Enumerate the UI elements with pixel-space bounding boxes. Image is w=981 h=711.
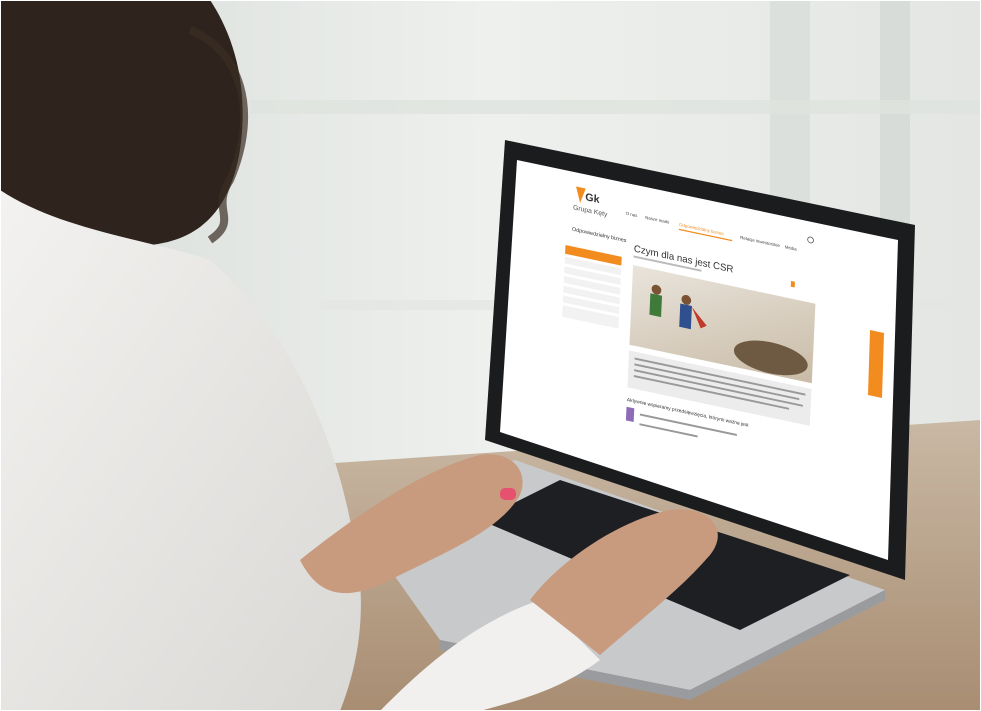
fingernail [500,488,516,500]
sdg-badge [625,406,635,422]
share-icon[interactable] [790,280,795,288]
side-tab[interactable] [868,330,884,398]
laptop-photo: Gk Grupa Kęty O nas Nasze marki Odpowied… [0,0,981,711]
